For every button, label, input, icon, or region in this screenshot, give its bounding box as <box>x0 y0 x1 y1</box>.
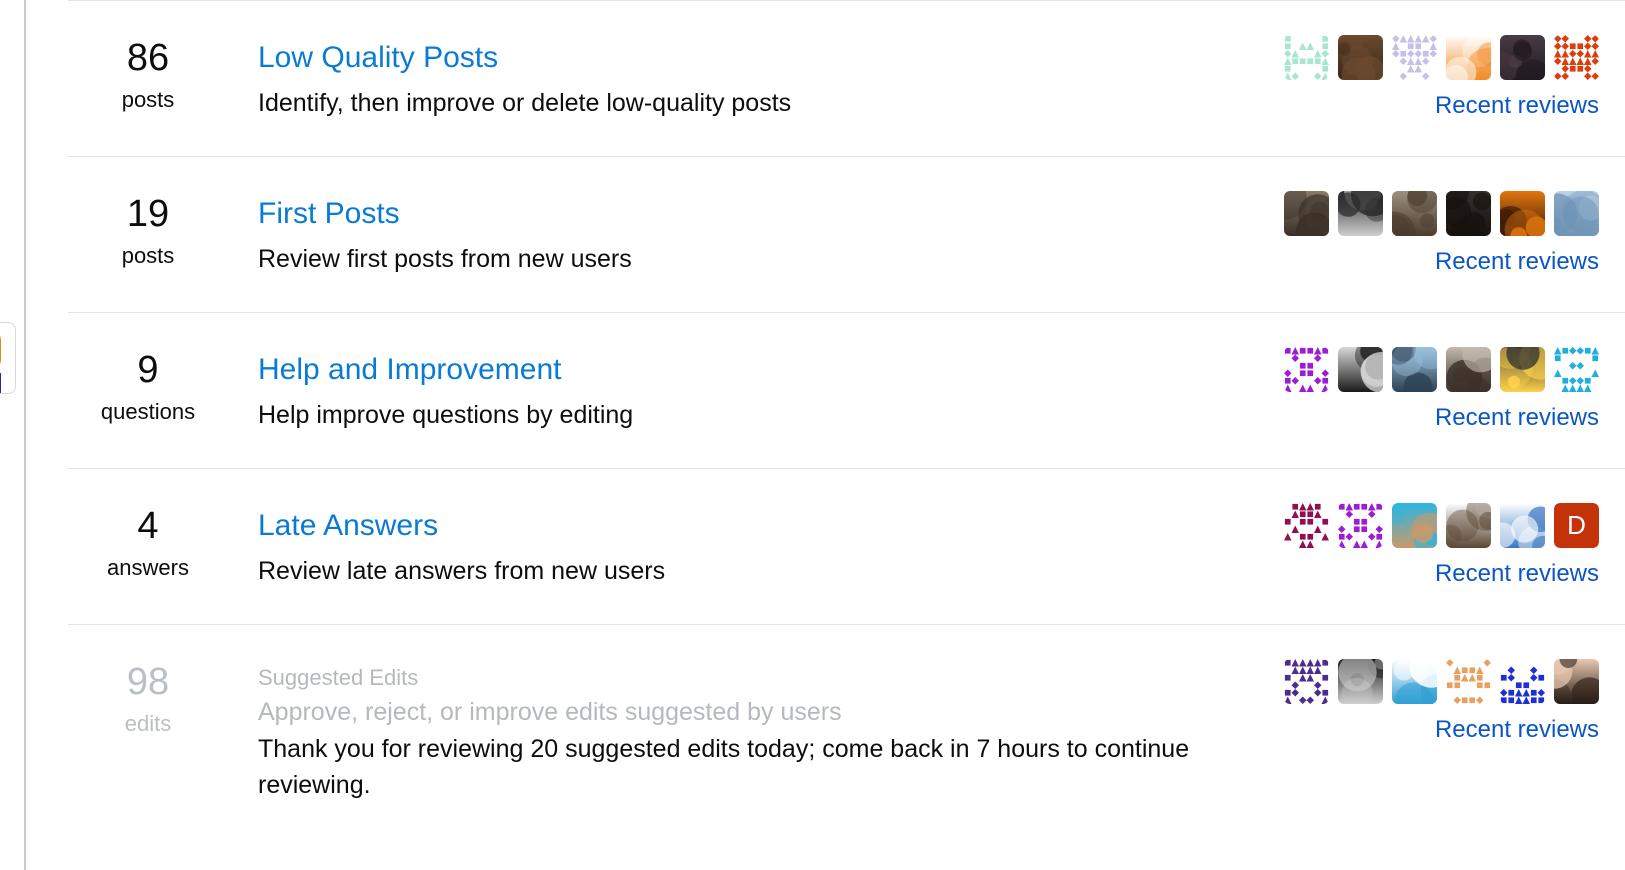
queue-description: Review first posts from new users <box>258 245 632 273</box>
queue-row: 9 questions Help and Improvement Help impro… <box>68 313 1625 468</box>
queue-row: 19 posts First Posts Review first posts fro… <box>68 157 1625 312</box>
queue-count-unit: answers <box>107 555 189 580</box>
identicon-indigo-blocks[interactable] <box>1284 659 1329 704</box>
user-photo-suit[interactable] <box>1284 191 1329 236</box>
queue-text-column: First Posts Review first posts from new u… <box>228 175 1265 277</box>
identicon-blue-diamond[interactable] <box>1500 659 1545 704</box>
recent-reviewers-avatars <box>1265 35 1599 80</box>
recent-reviewers-avatars <box>1265 659 1599 704</box>
blue-puzzle-logo[interactable] <box>1500 503 1545 548</box>
queue-count-column: 19 posts <box>68 175 228 271</box>
orange-badge-shape <box>0 327 1 373</box>
baby-photo[interactable] <box>1554 659 1599 704</box>
letter-avatar-d[interactable]: D <box>1554 503 1599 548</box>
queue-count-number: 98 <box>126 661 170 703</box>
recent-reviews-link[interactable]: Recent reviews <box>1435 248 1599 275</box>
user-photo-dark[interactable] <box>1446 191 1491 236</box>
cartoon-face-avatar[interactable] <box>1446 503 1491 548</box>
queue-count-number: 9 <box>137 349 159 391</box>
identicon-purple-mandala[interactable] <box>1284 347 1329 392</box>
queue-text-column: Late Answers Review late answers from new… <box>228 487 1265 589</box>
recent-reviewers-avatars <box>1265 191 1599 236</box>
user-photo-young-man[interactable] <box>1392 191 1437 236</box>
queue-reviewers-column: Recent reviews <box>1265 331 1625 434</box>
user-photo-car[interactable] <box>1446 347 1491 392</box>
queue-title-link[interactable]: Low Quality Posts <box>258 39 1265 77</box>
blue-highlight-shape <box>0 373 1 393</box>
queue-count-number: 4 <box>137 505 159 547</box>
user-photo-glasses[interactable] <box>1500 35 1545 80</box>
queue-count-column: 9 questions <box>68 331 228 427</box>
recent-reviewers-avatars: D <box>1265 503 1599 548</box>
bird-line-drawing[interactable] <box>1392 659 1437 704</box>
ice-landscape-photo[interactable] <box>1554 191 1599 236</box>
bw-child-photo[interactable] <box>1338 659 1383 704</box>
queue-description: Approve, reject, or improve edits sugges… <box>258 698 842 726</box>
identicon-violet-mandala[interactable] <box>1338 503 1383 548</box>
coffee-cup-photo[interactable] <box>1338 191 1383 236</box>
queue-description: Review late answers from new users <box>258 557 666 585</box>
queue-text-column: Low Quality Posts Identify, then improve … <box>228 19 1265 121</box>
floppy-disk-icon-avatar[interactable] <box>1338 347 1383 392</box>
identicon-orange-diamond[interactable] <box>1554 35 1599 80</box>
avatar-letter: D <box>1554 503 1599 548</box>
recent-reviews-link[interactable]: Recent reviews <box>1435 716 1599 743</box>
queue-count-number: 19 <box>126 193 170 235</box>
left-vertical-rule <box>24 0 26 870</box>
gears-photo[interactable] <box>1338 35 1383 80</box>
identicon-cyan-grid[interactable] <box>1554 347 1599 392</box>
review-queues-page: 86 posts Low Quality Posts Identify, then i… <box>0 0 1625 870</box>
recent-reviewers-avatars <box>1265 347 1599 392</box>
queue-count-unit: edits <box>124 711 172 736</box>
queue-status-note: Thank you for reviewing 20 suggested edi… <box>258 735 1190 799</box>
queue-list: 86 posts Low Quality Posts Identify, then i… <box>68 0 1625 870</box>
queue-row: 86 posts Low Quality Posts Identify, then i… <box>68 1 1625 156</box>
queue-description: Help improve questions by editing <box>258 401 634 429</box>
fire-photo[interactable] <box>1500 191 1545 236</box>
queue-row: 98 edits Suggested Edits Approve, reject, o… <box>68 625 1625 825</box>
queue-text-column: Help and Improvement Help improve questio… <box>228 331 1265 433</box>
octocat-portal-avatar[interactable] <box>1446 35 1491 80</box>
queue-count-unit: questions <box>100 399 196 424</box>
queue-reviewers-column: Recent reviews <box>1265 19 1625 122</box>
queue-description: Identify, then improve or delete low-qua… <box>258 89 792 117</box>
identicon-lavender-star[interactable] <box>1392 35 1437 80</box>
queue-count-column: 86 posts <box>68 19 228 115</box>
queue-row: 4 answers Late Answers Review late answers … <box>68 469 1625 624</box>
queue-count-unit: posts <box>121 243 175 268</box>
queue-reviewers-column: Recent reviews <box>1265 643 1625 746</box>
queue-count-column: 98 edits <box>68 643 228 739</box>
recent-reviews-link[interactable]: Recent reviews <box>1435 92 1599 119</box>
identicon-mint-grid[interactable] <box>1284 35 1329 80</box>
lightbulb-braces-logo[interactable] <box>1500 347 1545 392</box>
pool-photo[interactable] <box>1392 503 1437 548</box>
recent-reviews-link[interactable]: Recent reviews <box>1435 404 1599 431</box>
queue-text-column: Suggested Edits Approve, reject, or impro… <box>228 643 1265 803</box>
queue-title-link[interactable]: First Posts <box>258 195 1265 233</box>
queue-title-link[interactable]: Late Answers <box>258 507 1265 545</box>
queue-title-link[interactable]: Help and Improvement <box>258 351 1265 389</box>
queue-count-number: 86 <box>126 37 170 79</box>
recent-reviews-link[interactable]: Recent reviews <box>1435 560 1599 587</box>
snow-landscape-photo[interactable] <box>1392 347 1437 392</box>
queue-count-unit: posts <box>121 87 175 112</box>
queue-reviewers-column: D Recent reviews <box>1265 487 1625 590</box>
queue-title-link: Suggested Edits <box>258 665 419 690</box>
queue-count-column: 4 answers <box>68 487 228 583</box>
identicon-orange-arrows[interactable] <box>1446 659 1491 704</box>
cropped-side-panel-artifact <box>0 322 16 394</box>
identicon-magenta-weave[interactable] <box>1284 503 1329 548</box>
queue-reviewers-column: Recent reviews <box>1265 175 1625 278</box>
